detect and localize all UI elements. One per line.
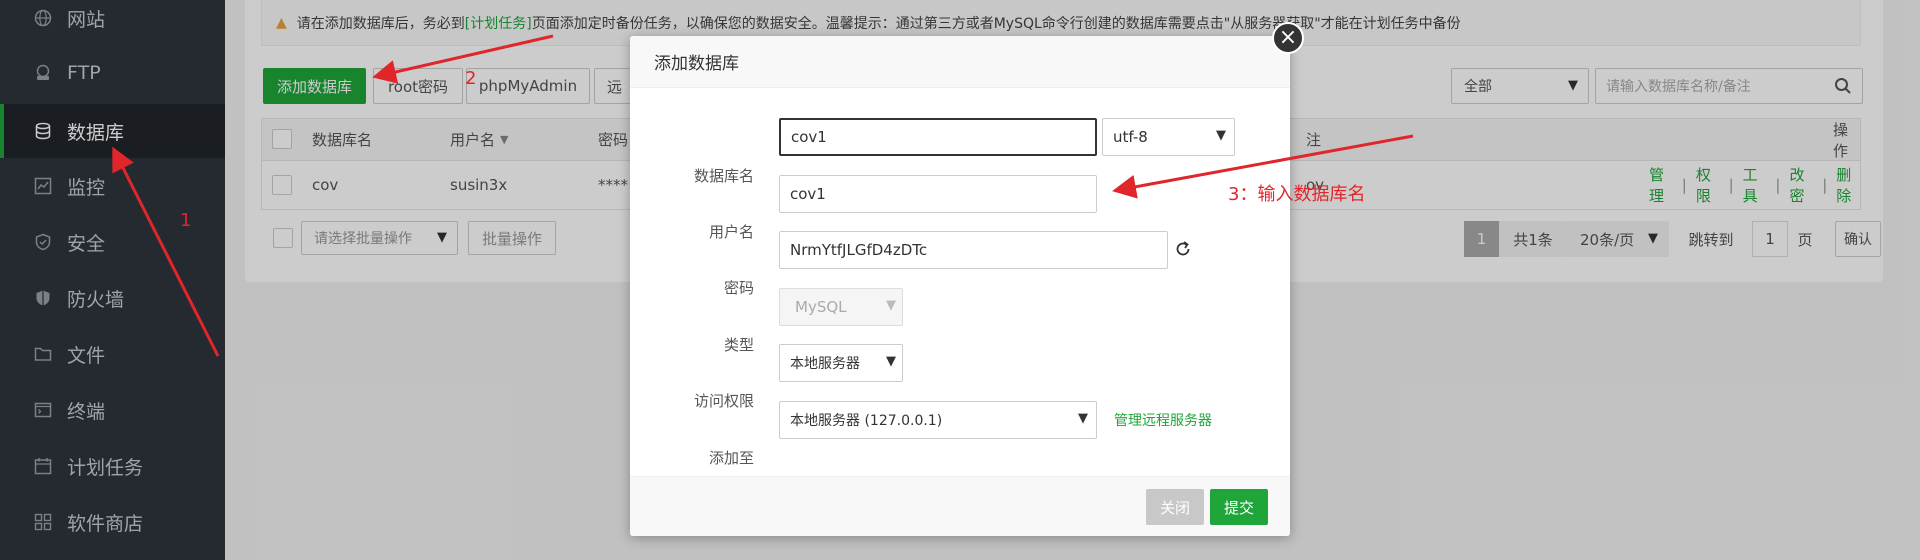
chevron-down-icon: ▼ <box>1078 411 1088 426</box>
access-select[interactable]: 本地服务器 ▼ <box>779 344 903 382</box>
type-label: 类型 <box>723 336 754 354</box>
annotation-step-3: 3：输入数据库名 <box>1228 184 1366 205</box>
manage-remote-link[interactable]: 管理远程服务器 <box>1114 410 1212 430</box>
type-value: MySQL <box>795 298 847 316</box>
password-input[interactable]: NrmYtfJLGfD4zDTc <box>779 231 1168 269</box>
type-select: MySQL ▼ <box>779 288 903 326</box>
close-button[interactable]: 关闭 <box>1146 489 1204 525</box>
refresh-icon[interactable] <box>1174 240 1192 262</box>
add-database-dialog: 添加数据库 数据库名 cov1 utf-8 ▼ 用户名 cov1 密码 NrmY… <box>630 36 1290 536</box>
chevron-down-icon: ▼ <box>886 354 896 369</box>
chevron-down-icon: ▼ <box>1216 128 1226 143</box>
addto-label: 添加至 <box>708 449 754 467</box>
dbname-label: 数据库名 <box>693 167 754 185</box>
username-input[interactable]: cov1 <box>779 175 1097 213</box>
addto-select[interactable]: 本地服务器 (127.0.0.1) ▼ <box>779 401 1097 439</box>
chevron-down-icon: ▼ <box>886 298 896 313</box>
close-icon[interactable]: × <box>1272 22 1304 54</box>
access-value: 本地服务器 <box>790 356 860 372</box>
username-label: 用户名 <box>708 223 754 241</box>
dialog-footer: 关闭 提交 <box>630 476 1290 536</box>
charset-value: utf-8 <box>1113 128 1148 146</box>
addto-value: 本地服务器 (127.0.0.1) <box>790 413 943 429</box>
annotation-step-2: 2 <box>465 68 477 89</box>
charset-select[interactable]: utf-8 ▼ <box>1102 118 1235 156</box>
submit-button[interactable]: 提交 <box>1210 489 1268 525</box>
access-label: 访问权限 <box>693 392 754 410</box>
dbname-input[interactable]: cov1 <box>779 118 1097 156</box>
dialog-title: 添加数据库 <box>630 36 1290 88</box>
password-label: 密码 <box>723 279 754 297</box>
annotation-step-1: 1 <box>180 210 192 231</box>
